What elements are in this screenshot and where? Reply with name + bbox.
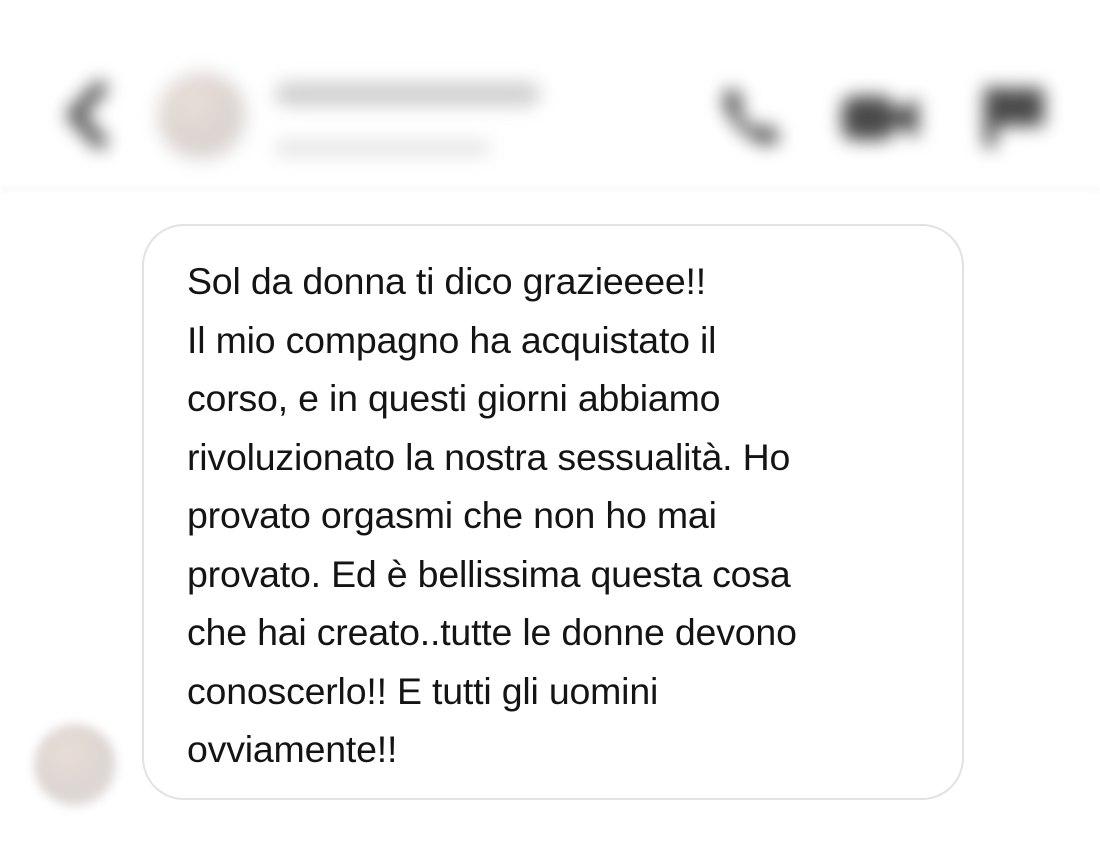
contact-avatar[interactable] (158, 72, 246, 160)
message-line: rivoluzionato la nostra sessualità. Ho (187, 435, 791, 478)
flag-icon[interactable] (978, 82, 1050, 150)
message-bubble[interactable]: Sol da donna ti dico grazieeee!! Il mio … (142, 224, 964, 800)
contact-name[interactable] (275, 82, 540, 106)
chat-screen: Sol da donna ti dico grazieeee!! Il mio … (0, 0, 1100, 856)
message-line: Sol da donna ti dico grazieeee!! (187, 260, 706, 302)
contact-status (275, 140, 490, 156)
message-line: corso, e in questi giorni abbiamo (187, 377, 721, 419)
message-line: provato orgasmi che non ho mai (187, 494, 717, 536)
phone-icon[interactable] (718, 82, 786, 150)
header-divider (0, 188, 1100, 190)
message-line: conoscerlo!! E tutti gli uomini (187, 669, 659, 712)
chat-header (0, 0, 1100, 190)
video-camera-icon[interactable] (838, 88, 922, 148)
message-line: ovviamente!! (187, 728, 398, 770)
chevron-left-icon[interactable] (62, 80, 112, 150)
message-line: che hai creato..tutte le donne devono (187, 611, 797, 653)
message-line: Il mio compagno ha acquistato il (187, 318, 717, 361)
sender-avatar[interactable] (34, 724, 116, 806)
message-line: provato. Ed è bellissima questa cosa (187, 552, 791, 595)
